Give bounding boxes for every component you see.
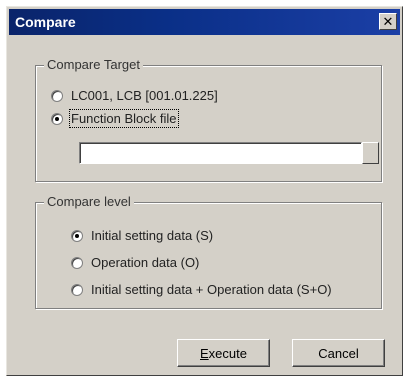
- radio-operation-data[interactable]: Operation data (O): [71, 255, 199, 270]
- compare-level-group: Compare level Initial setting data (S) O…: [35, 194, 382, 309]
- radio-both-data-label: Initial setting data + Operation data (S…: [91, 282, 332, 297]
- close-button[interactable]: ✕: [379, 13, 397, 30]
- radio-lc-target[interactable]: LC001, LCB [001.01.225]: [51, 88, 218, 103]
- compare-target-group: Compare Target LC001, LCB [001.01.225] F…: [35, 57, 382, 182]
- radio-function-block-label: Function Block file: [69, 109, 179, 128]
- radio-both-data-circle[interactable]: [71, 283, 83, 296]
- cancel-button[interactable]: Cancel: [292, 339, 385, 367]
- radio-initial-setting[interactable]: Initial setting data (S): [71, 228, 213, 243]
- browse-button[interactable]: [362, 142, 379, 164]
- compare-dialog: Compare ✕ Compare Target LC001, LCB [001…: [6, 6, 403, 376]
- close-icon: ✕: [382, 14, 394, 29]
- radio-function-block-target[interactable]: Function Block file: [51, 109, 179, 128]
- radio-lc-circle[interactable]: [51, 89, 63, 102]
- execute-label-rest: xecute: [208, 345, 247, 361]
- compare-target-legend: Compare Target: [44, 57, 143, 72]
- radio-lc-label: LC001, LCB [001.01.225]: [71, 88, 218, 103]
- radio-both-data[interactable]: Initial setting data + Operation data (S…: [71, 282, 332, 297]
- radio-function-block-circle[interactable]: [51, 112, 63, 125]
- execute-mnemonic: E: [200, 345, 209, 361]
- window-title: Compare: [15, 14, 76, 30]
- function-block-file-input[interactable]: [79, 142, 362, 164]
- radio-initial-setting-label: Initial setting data (S): [91, 228, 214, 243]
- radio-operation-data-label: Operation data (O): [91, 255, 200, 270]
- title-bar[interactable]: Compare ✕: [9, 9, 400, 35]
- cancel-label: Cancel: [318, 345, 359, 361]
- radio-initial-setting-circle[interactable]: [71, 229, 83, 242]
- radio-operation-data-circle[interactable]: [71, 256, 83, 269]
- compare-level-legend: Compare level: [44, 194, 134, 209]
- execute-button[interactable]: Execute: [177, 339, 270, 367]
